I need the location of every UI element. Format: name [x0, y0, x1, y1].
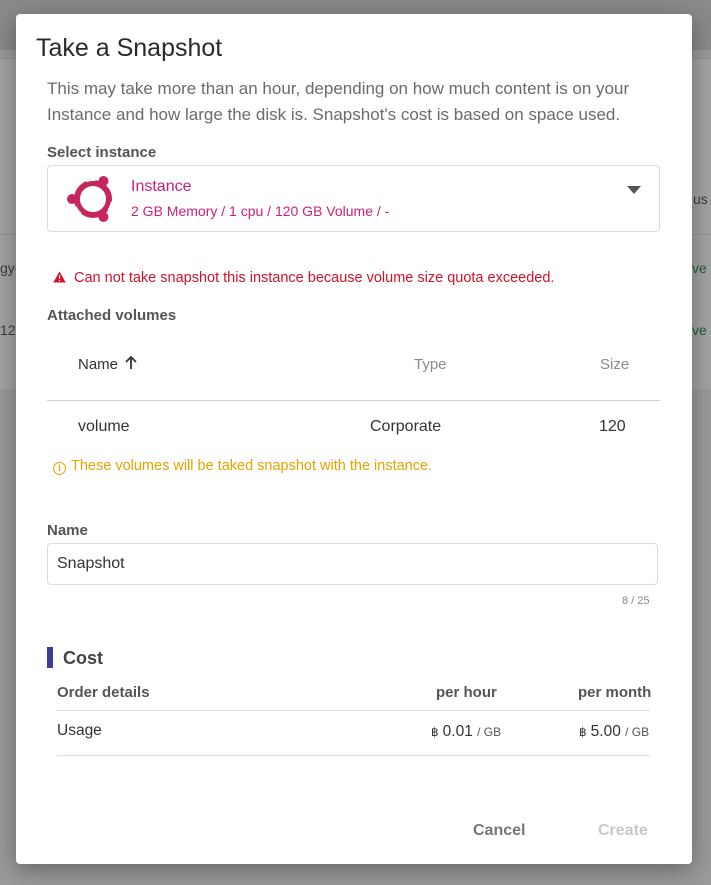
price-unit: / GB [477, 725, 502, 739]
background-header-text: us [693, 191, 708, 207]
price-per-month: ฿ 5.00 / GB [579, 723, 649, 741]
price-unit: / GB [625, 725, 650, 739]
error-text: Can not take snapshot this instance beca… [74, 270, 555, 286]
column-header-name[interactable]: Name [78, 355, 138, 373]
cost-title: Cost [63, 648, 103, 668]
chevron-down-icon[interactable] [627, 186, 641, 194]
instance-spec: 2 GB Memory / 1 cpu / 120 GB Volume / - [131, 203, 390, 219]
warning-icon [53, 271, 66, 283]
cost-accent-bar [47, 647, 53, 668]
attached-volumes-label: Attached volumes [47, 307, 177, 324]
cost-row-label: Usage [57, 722, 102, 739]
column-header-name-label: Name [78, 356, 119, 373]
column-header-size[interactable]: Size [600, 356, 629, 373]
volume-name: volume [78, 418, 130, 435]
currency-symbol: ฿ [431, 725, 439, 739]
ubuntu-icon [67, 176, 116, 222]
background-status-text: ve [692, 260, 707, 276]
cost-header-per-hour: per hour [436, 684, 497, 701]
dialog-description: This may take more than an hour, dependi… [47, 79, 630, 124]
name-label: Name [47, 522, 88, 539]
quota-error-message: Can not take snapshot this instance beca… [53, 270, 554, 286]
volume-size: 120 [599, 418, 626, 435]
snapshot-name-input[interactable] [47, 543, 658, 585]
cost-header-per-month: per month [578, 684, 652, 701]
volume-type: Corporate [370, 418, 442, 435]
background-cell-text: 12 [0, 322, 16, 338]
info-text: These volumes will be taked snapshot wit… [71, 458, 433, 474]
volume-info-message: i These volumes will be taked snapshot wi… [53, 458, 432, 475]
currency-symbol: ฿ [579, 725, 587, 739]
dialog-title: Take a Snapshot [36, 34, 223, 62]
select-instance-label: Select instance [47, 144, 157, 161]
create-button[interactable]: Create [598, 822, 648, 840]
cost-divider [57, 755, 650, 756]
arrow-up-icon [125, 355, 137, 369]
cost-header-details: Order details [57, 684, 150, 701]
price-per-hour: ฿ 0.01 / GB [431, 723, 501, 741]
name-char-counter: 8 / 25 [622, 595, 650, 607]
cancel-button[interactable]: Cancel [473, 822, 525, 840]
column-header-type[interactable]: Type [414, 356, 447, 373]
instance-name: Instance [131, 178, 192, 195]
instance-select[interactable]: Instance 2 GB Memory / 1 cpu / 120 GB Vo… [47, 165, 660, 232]
price-per-month-value: 5.00 [590, 723, 621, 740]
background-status-text: ve [692, 322, 707, 338]
cost-divider [57, 710, 650, 711]
info-icon: i [53, 462, 66, 475]
price-per-hour-value: 0.01 [442, 723, 473, 740]
snapshot-dialog: Take a Snapshot This may take more than … [16, 14, 692, 864]
table-divider [47, 400, 660, 401]
